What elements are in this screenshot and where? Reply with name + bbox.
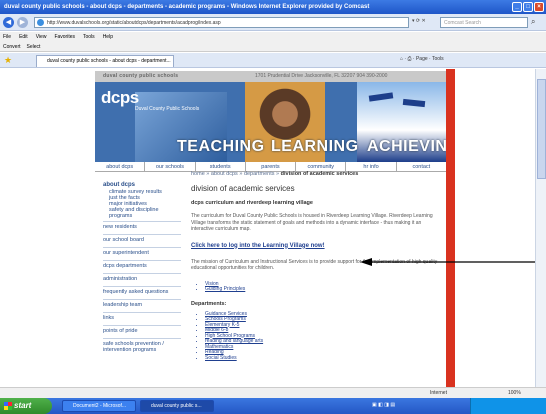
sidebar-item-points-of-pride[interactable]: points of pride: [103, 325, 181, 336]
vision-list: Vision Guiding Principles: [191, 281, 443, 293]
departments-list: Guidance Services Schools Programs Eleme…: [191, 311, 443, 362]
department-link[interactable]: Social Studies: [205, 355, 443, 362]
breadcrumb: home » about dcps » departments » divisi…: [191, 171, 359, 177]
window-title: duval county public schools - about dcps…: [4, 4, 370, 10]
red-side-bar: [446, 69, 455, 387]
intro-paragraph: The curriculum for Duval County Public S…: [191, 213, 433, 232]
site-header-strip: duval county public schools 1701 Prudent…: [95, 71, 447, 82]
home-icon[interactable]: ⌂: [400, 56, 403, 62]
windows-flag-icon: [4, 402, 12, 410]
links-bar: Convert Select: [0, 42, 546, 52]
page-menu[interactable]: Page: [416, 56, 428, 62]
print-icon[interactable]: ⎙: [407, 56, 411, 62]
nav-our-schools[interactable]: our schools: [145, 162, 196, 171]
menu-favorites[interactable]: Favorites: [54, 32, 75, 42]
search-input[interactable]: Comcast Search: [440, 17, 528, 28]
nav-hr-info[interactable]: hr info: [346, 162, 397, 171]
nav-parents[interactable]: parents: [246, 162, 297, 171]
minimize-button[interactable]: _: [512, 2, 522, 12]
breadcrumb-about[interactable]: about dcps: [211, 171, 238, 177]
maximize-button[interactable]: □: [523, 2, 533, 12]
breadcrumb-home[interactable]: home: [191, 171, 205, 177]
command-bar: ⌂ · ⎙ · Page · Tools: [400, 56, 444, 62]
scrollbar-thumb[interactable]: [537, 79, 546, 179]
taskbar-item-word[interactable]: Document2 - Microsof...: [62, 400, 136, 412]
start-button[interactable]: start: [0, 398, 52, 414]
search-icon[interactable]: ⌕: [531, 17, 535, 27]
convert-button[interactable]: Convert: [3, 42, 21, 51]
nav-community[interactable]: community: [296, 162, 347, 171]
sidebar-item-superintendent[interactable]: our superintendent: [103, 247, 181, 258]
back-button[interactable]: ◀: [3, 17, 14, 28]
favorites-star-icon[interactable]: ★: [4, 55, 12, 66]
nav-about-dcps[interactable]: about dcps: [95, 162, 146, 171]
site-name: duval county public schools: [103, 73, 179, 79]
nav-contact[interactable]: contact: [397, 162, 447, 171]
system-tray: [470, 398, 546, 414]
nav-students[interactable]: students: [196, 162, 246, 171]
sidebar-item-safe-schools[interactable]: safe schools prevention / intervention p…: [103, 338, 181, 355]
menu-help[interactable]: Help: [103, 32, 113, 42]
banner-word-learning: LEARNING: [271, 138, 359, 155]
forward-button[interactable]: ▶: [17, 17, 28, 28]
menu-edit[interactable]: Edit: [19, 32, 28, 42]
sidebar-item-school-board[interactable]: our school board: [103, 234, 181, 245]
menu-view[interactable]: View: [36, 32, 47, 42]
zoom-level[interactable]: 100%: [508, 388, 521, 398]
sidebar-subitem[interactable]: safety and discipline programs: [103, 207, 181, 219]
taskbar-item-ie[interactable]: duval county public s...: [140, 400, 214, 412]
guiding-principles-link[interactable]: Guiding Principles: [205, 286, 443, 293]
page-title: division of academic services: [191, 184, 295, 193]
address-url: http://www.duvalschools.org/static/about…: [47, 20, 221, 26]
window-controls: _ □ ×: [512, 2, 544, 12]
sidebar-item-administration[interactable]: administration: [103, 273, 181, 284]
refresh-stop-icons[interactable]: ▾ ⟳ ✕: [412, 18, 426, 24]
menu-tools[interactable]: Tools: [83, 32, 95, 42]
breadcrumb-departments[interactable]: departments: [244, 171, 275, 177]
site-logo[interactable]: dcps: [101, 88, 139, 108]
tray-icons[interactable]: ▣ ◧ ◨ ▤: [372, 402, 395, 408]
address-bar[interactable]: http://www.duvalschools.org/static/about…: [34, 17, 409, 28]
select-button[interactable]: Select: [27, 42, 41, 51]
left-sidebar: about dcps climate survey results just t…: [103, 182, 181, 355]
ie-page-icon: [37, 19, 44, 26]
site-container: duval county public schools 1701 Prudent…: [95, 69, 455, 387]
breadcrumb-current: division of academic services: [280, 171, 359, 177]
menu-file[interactable]: File: [3, 32, 11, 42]
annotation-arrow-icon: [360, 258, 546, 266]
banner-word-achieving: ACHIEVING: [367, 138, 447, 155]
banner-word-teaching: TEACHING: [177, 138, 265, 155]
menu-bar: File Edit View Favorites Tools Help: [0, 32, 546, 42]
address-row: ◀ ▶ http://www.duvalschools.org/static/a…: [0, 14, 546, 31]
taskbar: start Document2 - Microsof... duval coun…: [0, 398, 546, 414]
sidebar-section-title[interactable]: about dcps: [103, 182, 181, 188]
tab-bar: ★ duval county public schools - about dc…: [0, 53, 546, 68]
tab-current[interactable]: duval county public schools - about dcps…: [36, 55, 174, 67]
tools-menu[interactable]: Tools: [432, 56, 444, 62]
site-logo-sub: Duval County Public Schools: [135, 106, 200, 112]
sidebar-item-departments[interactable]: dcps departments: [103, 260, 181, 271]
site-address: 1701 Prudential Drive Jacksonville, FL 3…: [255, 73, 388, 79]
title-bar: duval county public schools - about dcps…: [0, 0, 546, 14]
main-content: home » about dcps » departments » divisi…: [191, 171, 443, 369]
departments-label: Departments:: [191, 300, 227, 307]
vertical-scrollbar[interactable]: [535, 69, 546, 387]
learning-village-login-link[interactable]: Click here to log into the Learning Vill…: [191, 243, 443, 249]
sidebar-item-leadership[interactable]: leadership team: [103, 299, 181, 310]
sidebar-item-faq[interactable]: frequently asked questions: [103, 286, 181, 297]
browser-window: duval county public schools - about dcps…: [0, 0, 546, 414]
start-label: start: [14, 401, 32, 410]
internet-zone: Internet: [430, 390, 447, 396]
page-viewport: duval county public schools 1701 Prudent…: [0, 69, 546, 387]
site-banner: dcps Duval County Public Schools TEACHIN…: [95, 82, 447, 162]
sidebar-item-new-residents[interactable]: new residents: [103, 221, 181, 232]
close-button[interactable]: ×: [534, 2, 544, 12]
status-bar: Internet 100%: [0, 387, 546, 398]
sidebar-item-links[interactable]: links: [103, 312, 181, 323]
page-subtitle: dcps curriculum and riverdeep learning v…: [191, 200, 313, 206]
